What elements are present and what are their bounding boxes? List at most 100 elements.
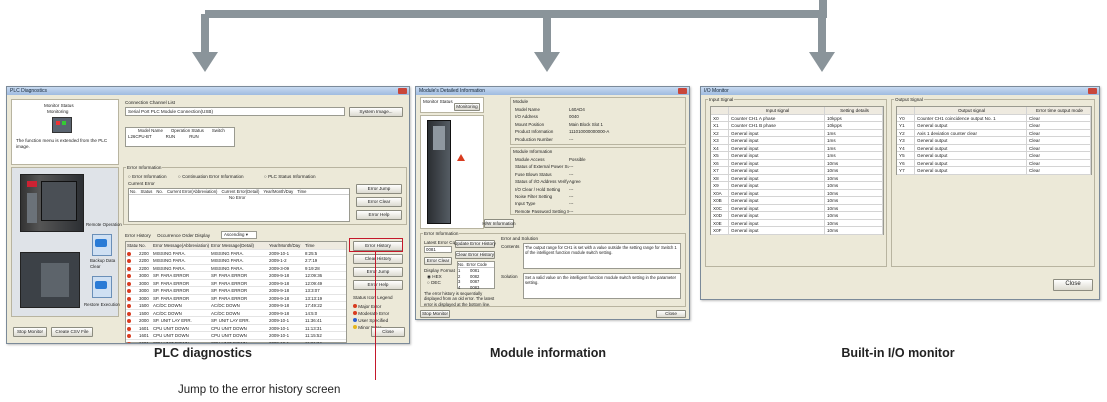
signal-id: Y1 bbox=[897, 122, 915, 129]
error-jump-button-top[interactable]: Error Jump bbox=[356, 184, 402, 194]
error-status-icon bbox=[127, 251, 131, 256]
close-icon[interactable] bbox=[1088, 88, 1097, 94]
clear-error-history-button[interactable]: Clear Error History bbox=[455, 251, 495, 259]
signal-name: General output bbox=[915, 167, 1027, 174]
table-row[interactable]: Y2 Axis 1 deviation counter clear Clear bbox=[897, 129, 1091, 137]
table-row[interactable]: 3000 SP. PARA ERROR SP. PARA ERROR 2009-9-1… bbox=[126, 280, 346, 287]
table-row[interactable]: Y7 General output Clear bbox=[897, 167, 1091, 175]
plc-title-bar: PLC Diagnostics bbox=[7, 87, 409, 95]
table-row[interactable]: X0D General input 10ms bbox=[711, 212, 883, 220]
signal-name: General input bbox=[729, 167, 825, 174]
module-information-window: Module's Detailed Information Monitor St… bbox=[415, 86, 690, 320]
connection-channel-label: Connection Channel List bbox=[125, 100, 176, 105]
table-row[interactable]: X0E General input 10ms bbox=[711, 219, 883, 227]
error-time: 13:13:19 bbox=[305, 295, 323, 301]
module-stop-monitor-button[interactable]: Stop Monitor bbox=[420, 310, 450, 318]
error-help-button-top[interactable]: Error Help bbox=[356, 210, 402, 220]
table-row[interactable]: X0F General input 10ms bbox=[711, 227, 883, 235]
eh-header-date: Year/Month/Day bbox=[269, 243, 301, 248]
error-clear-button[interactable]: Error Clear bbox=[356, 197, 402, 207]
signal-setting: Clear bbox=[1027, 159, 1091, 166]
table-row[interactable]: X2 General input 1ms bbox=[711, 129, 883, 137]
list-item[interactable]: 4 0083 bbox=[458, 285, 494, 291]
signal-name: General output bbox=[915, 122, 1027, 129]
table-row[interactable]: Y6 General output Clear bbox=[897, 159, 1091, 167]
close-icon[interactable] bbox=[398, 88, 407, 94]
radio-error-label: Error Information bbox=[132, 174, 167, 179]
signal-name: Counter CH1 B phase bbox=[729, 122, 825, 129]
table-row[interactable]: X5 General input 1ms bbox=[711, 152, 883, 160]
table-row[interactable]: 3000 SP. PARA ERROR SP. PARA ERROR 2009-9-1… bbox=[126, 295, 346, 302]
table-row[interactable]: Y0 Counter CH1 coincidence output No. 1 Cl… bbox=[897, 114, 1091, 122]
table-row[interactable]: Y1 General output Clear bbox=[897, 122, 1091, 130]
io-close-button[interactable]: Close bbox=[1053, 279, 1093, 291]
error-time: 11:15:52 bbox=[305, 333, 322, 338]
radio-continuation-info[interactable]: ○ Continuation Error Information bbox=[178, 174, 244, 180]
restore-execution-icon[interactable] bbox=[92, 276, 112, 298]
table-row[interactable]: 1601 CPU UNIT DOWN CPU UNIT DOWN 2009-10-1 1… bbox=[126, 332, 346, 340]
status-icon bbox=[126, 287, 138, 294]
plc-image[interactable] bbox=[20, 174, 84, 232]
table-row[interactable]: 1500 AC/DC DOWN AC/DC DOWN 2009-9-18 17:49:2… bbox=[126, 302, 346, 310]
table-row[interactable]: Y3 General output Clear bbox=[897, 137, 1091, 145]
table-row[interactable]: 2200 MISSING PARA. MISSING PARA. 2009-10-1 8… bbox=[126, 250, 346, 257]
error-information-label: Error Information bbox=[126, 165, 163, 171]
error-no: 1500 bbox=[139, 310, 149, 316]
order-select[interactable]: Ascending ▾ bbox=[221, 231, 257, 239]
table-row[interactable]: Y5 General output Clear bbox=[897, 152, 1091, 160]
table-row[interactable]: X3 General input 1ms bbox=[711, 137, 883, 145]
plc-close-button[interactable]: Close bbox=[371, 327, 405, 337]
order-value: Ascending bbox=[224, 232, 245, 237]
table-row[interactable]: X7 General input 10ms bbox=[711, 167, 883, 175]
current-error-label: Current Error bbox=[128, 181, 155, 186]
stop-monitor-button[interactable]: Stop Monitor bbox=[13, 327, 47, 337]
radio-error-info[interactable]: ○ Error Information bbox=[128, 174, 167, 180]
table-row[interactable]: X8 General input 10ms bbox=[711, 174, 883, 182]
radio-status-info[interactable]: ○ PLC Status Information bbox=[264, 174, 316, 180]
error-jump-button[interactable]: Error Jump bbox=[353, 267, 403, 277]
hw-information-button[interactable]: H/W Information bbox=[482, 219, 516, 228]
table-row[interactable]: 1500 AC/DC DOWN AC/DC DOWN 2009-9-18 14:5:0 bbox=[126, 310, 346, 317]
error-abbrev: MISSING PARA. bbox=[153, 258, 186, 263]
table-row[interactable]: X4 General input 1ms bbox=[711, 144, 883, 152]
model-status-value: RUN bbox=[165, 133, 176, 139]
table-row[interactable]: X6 General input 10ms bbox=[711, 159, 883, 167]
table-row[interactable]: 2200 MISSING PARA. MISSING PARA. 2009-3-09 9… bbox=[126, 265, 346, 272]
function-note: The function menu is extended from the P… bbox=[16, 138, 108, 149]
table-row[interactable]: 3000 SP. PARA ERROR SP. PARA ERROR 2009-9-1… bbox=[126, 287, 346, 295]
table-row[interactable]: 1601 CPU UNIT DOWN CPU UNIT DOWN 2009-10-1 1… bbox=[126, 325, 346, 332]
signal-name: General input bbox=[729, 129, 825, 136]
close-icon[interactable] bbox=[678, 88, 687, 94]
error-time: 9:19:28 bbox=[305, 265, 320, 271]
create-csv-button[interactable]: Create CSV File bbox=[51, 327, 93, 337]
table-row[interactable]: X0C General input 10ms bbox=[711, 204, 883, 212]
dec-radio[interactable]: ○ DEC bbox=[427, 280, 441, 286]
table-row[interactable]: X1 Counter CH1 B phase 10kpps bbox=[711, 122, 883, 130]
info-key: Product Information bbox=[515, 129, 554, 135]
module-error-clear-button[interactable]: Error Clear bbox=[424, 257, 452, 265]
table-row[interactable]: 2000 SP. UNIT LAY ERR. SP. UNIT LAY ERR. 20… bbox=[126, 317, 346, 325]
major-error-icon bbox=[353, 304, 357, 308]
signal-setting: Clear bbox=[1027, 129, 1091, 136]
error-help-button[interactable]: Error Help bbox=[353, 280, 403, 290]
table-row[interactable]: 3000 SP. PARA ERROR SP. PARA ERROR 2009-9-1… bbox=[126, 272, 346, 280]
system-image-button[interactable]: System Image... bbox=[349, 107, 403, 117]
table-row[interactable]: X0A General input 10ms bbox=[711, 189, 883, 197]
signal-setting: Clear bbox=[1027, 122, 1091, 129]
table-row[interactable]: X9 General input 10ms bbox=[711, 182, 883, 190]
error-abbrev: SP. PARA ERROR bbox=[153, 280, 190, 286]
module-close-button[interactable]: Close bbox=[656, 310, 686, 318]
table-row[interactable]: 2200 MISSING PARA. MISSING PARA. 2009-1-2 2:… bbox=[126, 257, 346, 265]
info-key: Fuse Blown Status bbox=[515, 171, 552, 177]
current-error-table: No. Status No. Current Error(Abbreviation) C… bbox=[128, 188, 350, 222]
info-key: I/O Address bbox=[515, 114, 538, 120]
table-row[interactable]: X0 Counter CH1 A phase 10kpps bbox=[711, 114, 883, 122]
backup-data-icon[interactable] bbox=[92, 234, 112, 256]
clear-history-button[interactable]: Clear History bbox=[353, 254, 403, 264]
table-row[interactable]: 1601 CPU UNIT DOWN CPU UNIT DOWN 2009-10-1 1… bbox=[126, 340, 346, 343]
update-error-history-button[interactable]: Update Error History bbox=[454, 240, 496, 248]
table-row[interactable]: X0B General input 10ms bbox=[711, 197, 883, 205]
hex-radio[interactable]: ◉ HEX bbox=[427, 274, 442, 280]
info-key: Status of I/O Address Verify bbox=[515, 179, 569, 185]
table-row[interactable]: Y4 General output Clear bbox=[897, 144, 1091, 152]
